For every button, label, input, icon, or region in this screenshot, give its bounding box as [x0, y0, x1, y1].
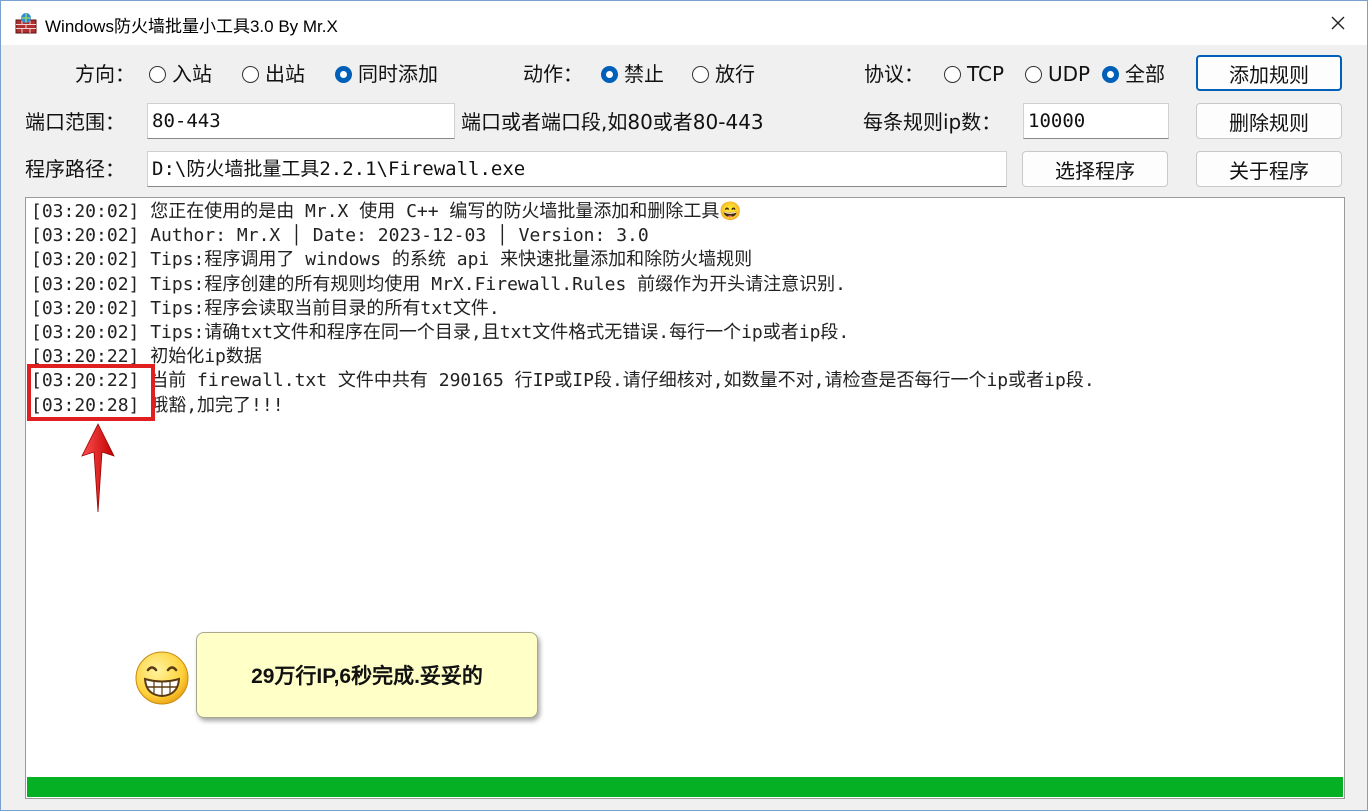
log-line: [03:20:02] Tips:程序会读取当前目录的所有txt文件. [31, 297, 500, 319]
annotation-note: 29万行IP,6秒完成.妥妥的 [196, 632, 538, 718]
radio-label: 禁止 [624, 62, 664, 86]
radio-circle [242, 65, 259, 83]
radio-circle [1102, 65, 1119, 83]
log-line: [03:20:28] 哦豁,加完了!!! [31, 394, 284, 416]
log-line: [03:20:02] Author: Mr.X │ Date: 2023-12-… [31, 225, 649, 247]
radio-label: 全部 [1125, 62, 1165, 86]
radio-protocol-all[interactable]: 全部 [1102, 62, 1165, 86]
firewall-app-icon [15, 13, 37, 34]
close-button[interactable] [1309, 1, 1367, 45]
radio-label: 入站 [172, 62, 212, 86]
port-hint: 端口或者端口段,如80或者80-443 [461, 110, 764, 134]
log-line: [03:20:02] 您正在使用的是由 Mr.X 使用 C++ 编写的防火墙批量… [31, 201, 742, 222]
radio-circle [692, 65, 709, 83]
about-program-button[interactable]: 关于程序 [1196, 151, 1342, 187]
radio-action-allow[interactable]: 放行 [692, 62, 755, 86]
radio-circle [335, 65, 352, 83]
log-line: [03:20:02] Tips:请确txt文件和程序在同一个目录,且txt文件格… [31, 322, 850, 344]
radio-direction-both[interactable]: 同时添加 [335, 62, 438, 86]
delete-rule-button[interactable]: 删除规则 [1196, 103, 1342, 139]
window-title: Windows防火墙批量小工具3.0 By Mr.X [45, 17, 338, 36]
grinning-face-icon [135, 651, 189, 705]
progress-bar [27, 777, 1343, 797]
ips-per-rule-label: 每条规则ip数： [863, 110, 1002, 134]
main-window: Windows防火墙批量小工具3.0 By Mr.X 方向： 入站 出站 同时添… [0, 0, 1368, 811]
radio-protocol-tcp[interactable]: TCP [944, 62, 1004, 86]
program-path-label: 程序路径： [25, 157, 125, 181]
red-arrow-icon [81, 423, 115, 513]
radio-label: 同时添加 [358, 62, 438, 86]
ips-per-rule-input[interactable]: 10000 [1023, 103, 1169, 139]
action-label: 动作： [523, 62, 583, 86]
log-output[interactable]: [03:20:02] 您正在使用的是由 Mr.X 使用 C++ 编写的防火墙批量… [25, 197, 1345, 799]
close-icon [1331, 16, 1345, 30]
radio-circle [1025, 65, 1042, 83]
choose-program-button[interactable]: 选择程序 [1022, 151, 1168, 187]
log-line: [03:20:22] 初始化ip数据 [31, 346, 262, 368]
program-path-input[interactable]: D:\防火墙批量工具2.2.1\Firewall.exe [147, 151, 1007, 187]
radio-circle [601, 65, 618, 83]
log-line: [03:20:02] Tips:程序创建的所有规则均使用 MrX.Firewal… [31, 273, 846, 295]
radio-direction-inbound[interactable]: 入站 [149, 62, 212, 86]
radio-circle [944, 65, 961, 83]
radio-circle [149, 65, 166, 83]
timestamp-highlight-box [27, 364, 155, 421]
port-range-input[interactable]: 80-443 [147, 103, 455, 139]
radio-action-block[interactable]: 禁止 [601, 62, 664, 86]
log-line: [03:20:02] Tips:程序调用了 windows 的系统 api 来快… [31, 249, 753, 271]
progress-fill [27, 777, 1343, 797]
radio-protocol-udp[interactable]: UDP [1025, 62, 1090, 86]
port-range-label: 端口范围： [25, 110, 125, 134]
add-rule-button[interactable]: 添加规则 [1196, 55, 1342, 91]
radio-label: 出站 [265, 62, 305, 86]
direction-label: 方向： [75, 62, 135, 86]
radio-label: TCP [967, 62, 1005, 86]
radio-direction-outbound[interactable]: 出站 [242, 62, 305, 86]
radio-label: UDP [1048, 62, 1091, 86]
protocol-label: 协议： [864, 62, 924, 86]
title-bar: Windows防火墙批量小工具3.0 By Mr.X [1, 1, 1367, 45]
log-lines: [03:20:02] 您正在使用的是由 Mr.X 使用 C++ 编写的防火墙批量… [31, 200, 1095, 418]
radio-label: 放行 [715, 62, 755, 86]
log-line: [03:20:22] 当前 firewall.txt 文件中共有 290165 … [31, 370, 1095, 392]
